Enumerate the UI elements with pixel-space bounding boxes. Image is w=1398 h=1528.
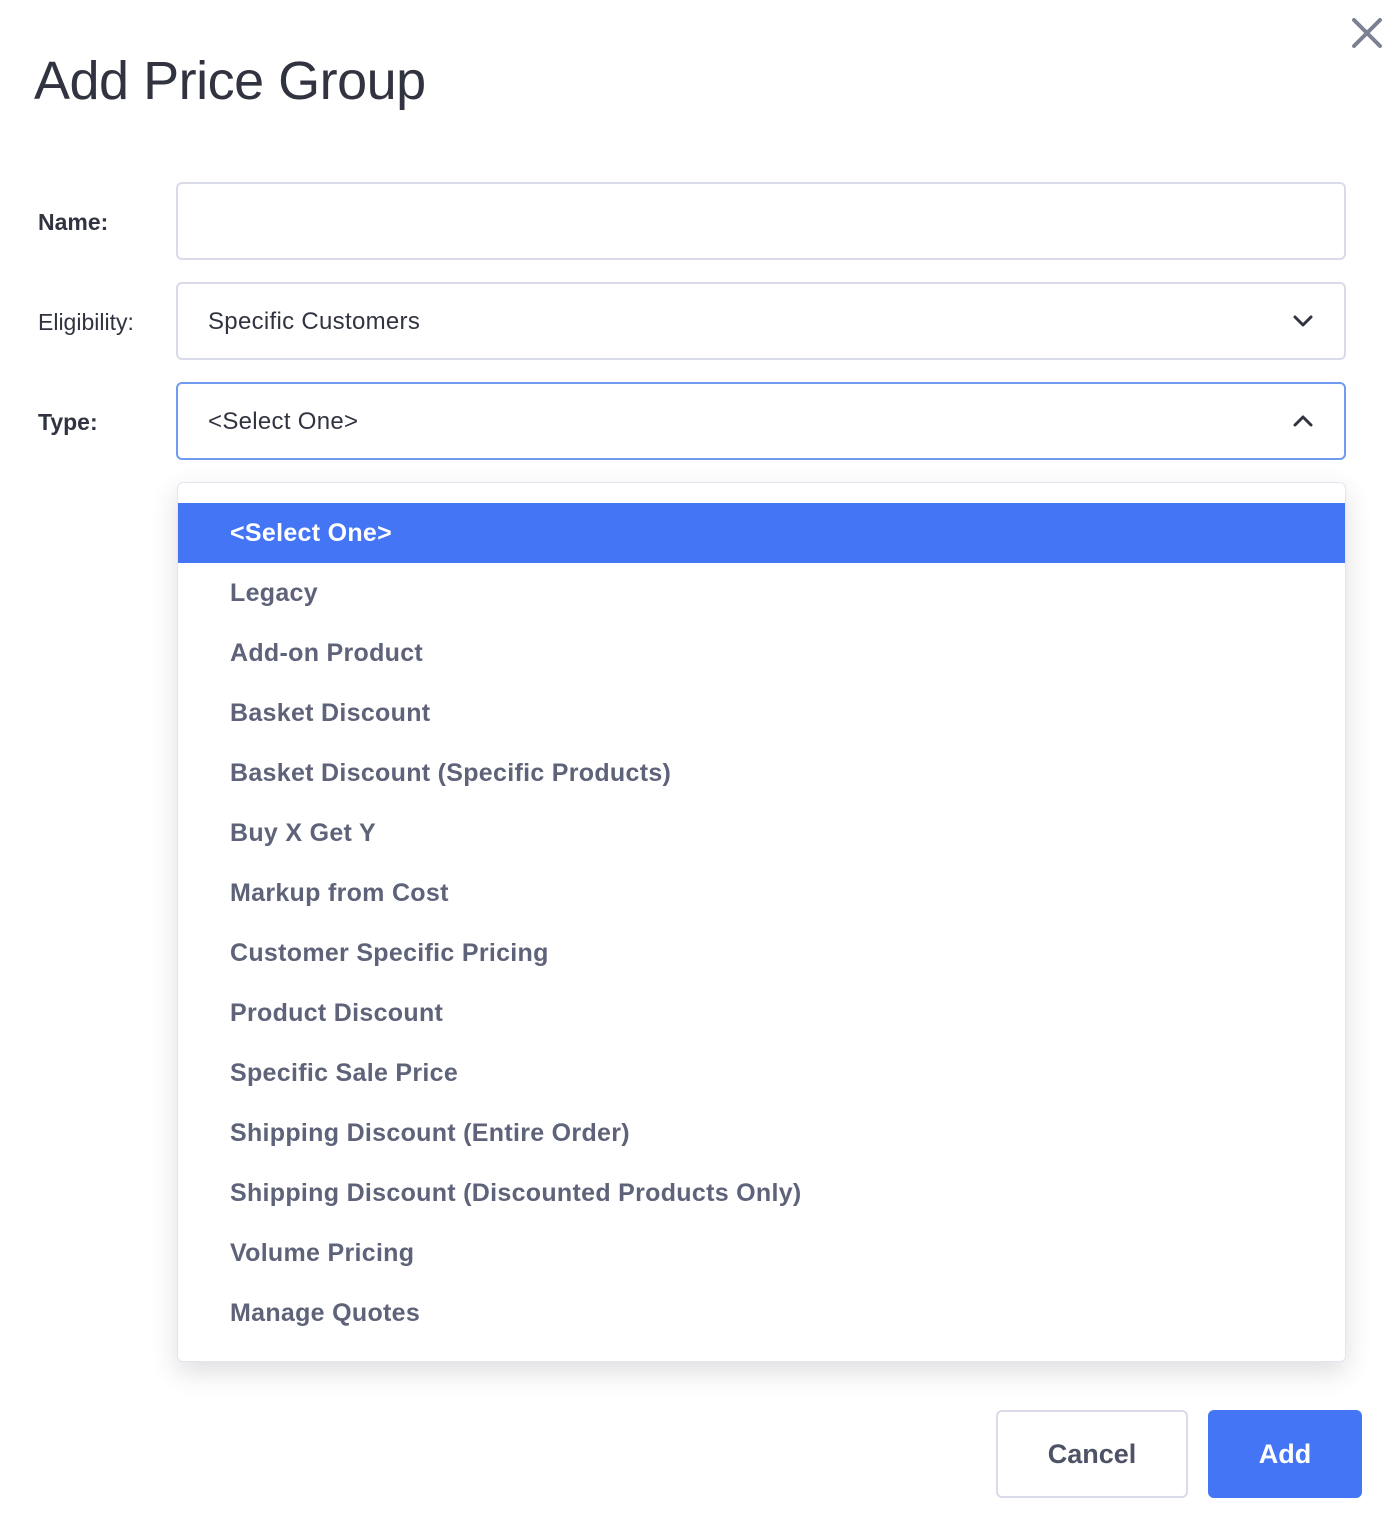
close-icon[interactable]: [1346, 12, 1388, 54]
type-option[interactable]: Customer Specific Pricing: [178, 923, 1345, 983]
name-field[interactable]: [176, 182, 1346, 260]
add-price-group-dialog: Add Price Group Name: Eligibility: Speci…: [0, 0, 1398, 1528]
close-button[interactable]: [1346, 12, 1388, 54]
add-button[interactable]: Add: [1208, 1410, 1362, 1498]
cancel-button[interactable]: Cancel: [996, 1410, 1188, 1498]
eligibility-value: Specific Customers: [208, 308, 421, 335]
chevron-down-icon: [1293, 315, 1313, 327]
type-option[interactable]: Buy X Get Y: [178, 803, 1345, 863]
type-option[interactable]: Shipping Discount (Entire Order): [178, 1103, 1345, 1163]
type-option[interactable]: Product Discount: [178, 983, 1345, 1043]
type-option[interactable]: Volume Pricing: [178, 1223, 1345, 1283]
eligibility-select[interactable]: Specific Customers: [176, 282, 1346, 360]
chevron-up-icon: [1293, 415, 1313, 427]
type-option[interactable]: Shipping Discount (Discounted Products O…: [178, 1163, 1345, 1223]
type-option[interactable]: Basket Discount: [178, 683, 1345, 743]
type-dropdown-menu: <Select One> Legacy Add-on Product Baske…: [177, 482, 1346, 1362]
name-label: Name:: [38, 209, 109, 235]
type-option[interactable]: Legacy: [178, 563, 1345, 623]
type-option[interactable]: <Select One>: [178, 503, 1345, 563]
eligibility-label: Eligibility:: [38, 309, 134, 335]
dialog-title: Add Price Group: [34, 51, 426, 111]
type-label: Type:: [38, 409, 98, 435]
type-option[interactable]: Markup from Cost: [178, 863, 1345, 923]
type-option[interactable]: Basket Discount (Specific Products): [178, 743, 1345, 803]
type-option[interactable]: Specific Sale Price: [178, 1043, 1345, 1103]
type-select[interactable]: <Select One>: [176, 382, 1346, 460]
type-option[interactable]: Manage Quotes: [178, 1283, 1345, 1343]
type-value: <Select One>: [208, 408, 359, 435]
type-option[interactable]: Add-on Product: [178, 623, 1345, 683]
